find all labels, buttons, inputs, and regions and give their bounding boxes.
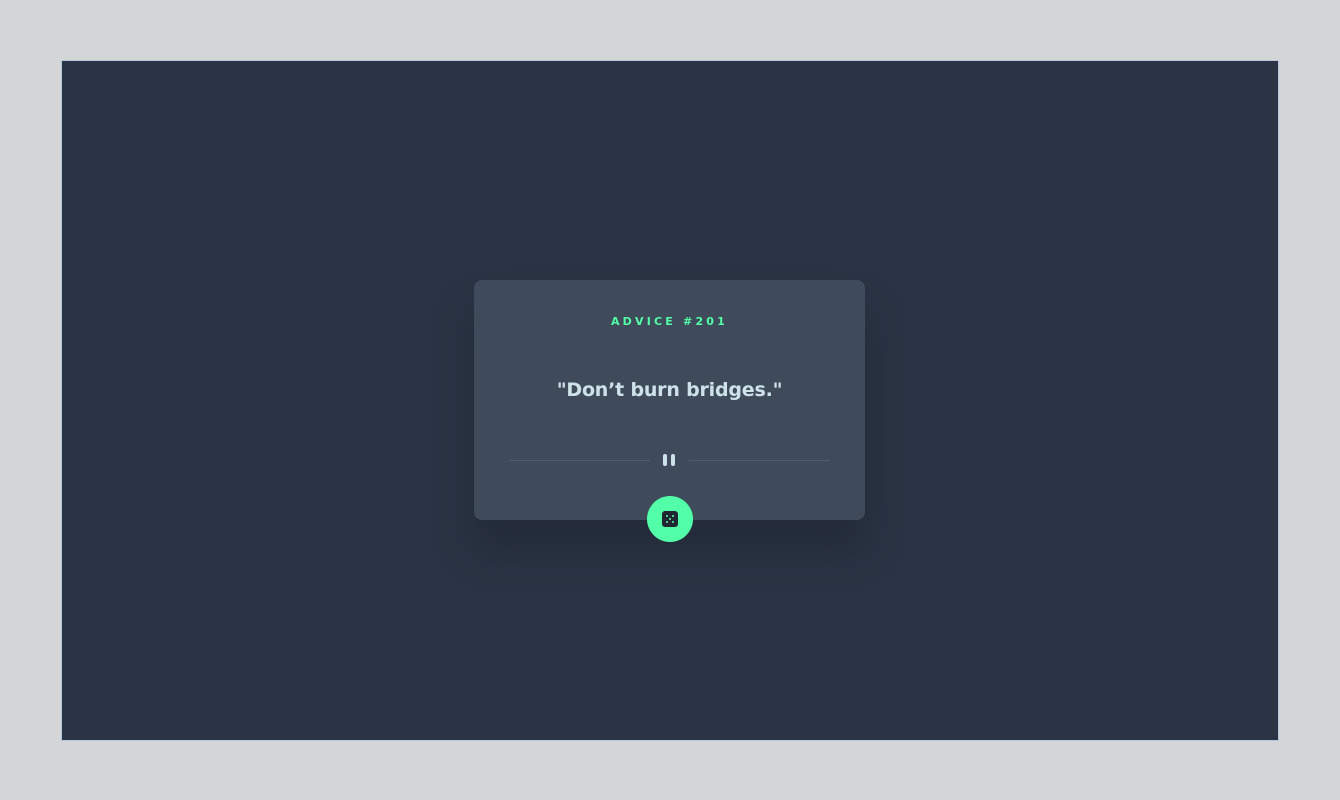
divider-line-left xyxy=(509,460,650,461)
divider xyxy=(509,454,830,468)
advice-id: ADVICE #201 xyxy=(610,315,729,328)
dice-pip xyxy=(666,515,668,517)
pause-icon xyxy=(661,454,677,466)
dice-pip xyxy=(666,521,668,523)
advice-card: ADVICE #201 "Don’t burn bridges." xyxy=(474,280,865,542)
pause-bar-left xyxy=(663,454,667,466)
page-background: ADVICE #201 "Don’t burn bridges." xyxy=(61,60,1279,741)
pause-bar-right xyxy=(671,454,675,466)
dice-icon xyxy=(662,511,678,527)
advice-quote: "Don’t burn bridges." xyxy=(556,379,783,401)
dice-pip xyxy=(672,521,674,523)
divider-line-right xyxy=(689,460,830,461)
dice-pip xyxy=(669,518,671,520)
dice-pip xyxy=(672,515,674,517)
new-advice-button[interactable] xyxy=(647,496,693,542)
